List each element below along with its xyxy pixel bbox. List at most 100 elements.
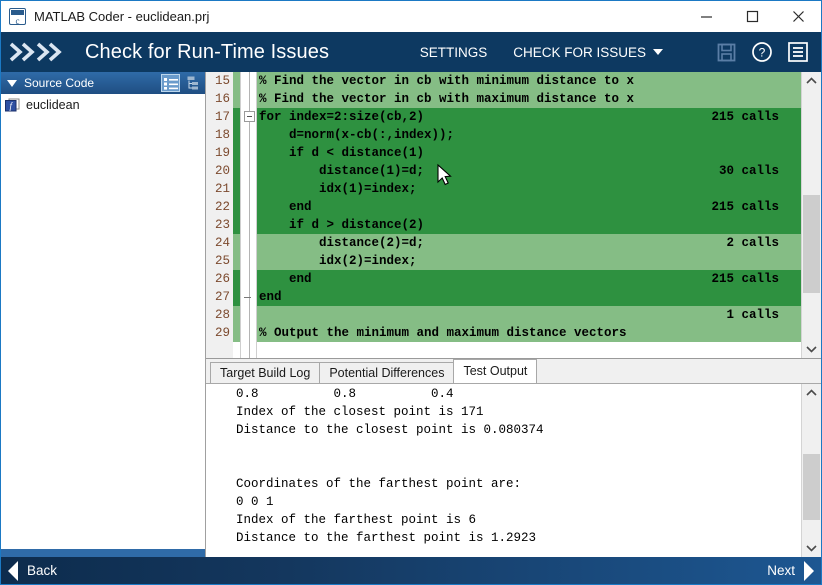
code-line[interactable]: % Find the vector in cb with minimum dis… bbox=[257, 72, 801, 90]
call-count-label: 215 calls bbox=[711, 272, 779, 286]
minimize-button[interactable] bbox=[683, 1, 729, 32]
code-line-text: distance(2)=d; bbox=[259, 236, 425, 250]
sidebar-item-label: euclidean bbox=[26, 98, 80, 112]
settings-button[interactable]: SETTINGS bbox=[420, 45, 488, 60]
output-line: Distance to the closest point is 0.08037… bbox=[236, 423, 544, 437]
coverage-bar-segment bbox=[233, 90, 240, 108]
sidebar-item-euclidean[interactable]: f euclidean bbox=[1, 95, 205, 115]
fold-end-tick bbox=[244, 297, 251, 298]
line-number: 17 bbox=[214, 110, 230, 124]
code-line[interactable]: 1 calls bbox=[257, 306, 801, 324]
code-line[interactable]: idx(2)=index; bbox=[257, 252, 801, 270]
sidebar-view-toggle bbox=[161, 74, 205, 92]
next-label: Next bbox=[767, 563, 795, 578]
code-line-text: if d > distance(2) bbox=[259, 218, 425, 232]
chevron-down-icon[interactable] bbox=[802, 340, 821, 358]
tab-potential-differences[interactable]: Potential Differences bbox=[319, 362, 455, 383]
next-button[interactable]: Next bbox=[767, 560, 815, 581]
coverage-bar-segment bbox=[233, 288, 240, 306]
code-line-text: % Find the vector in cb with minimum dis… bbox=[259, 74, 635, 88]
triangle-down-icon[interactable] bbox=[7, 79, 17, 87]
coverage-bar-segment bbox=[233, 162, 240, 180]
line-number: 19 bbox=[214, 146, 230, 160]
output-scroll-thumb[interactable] bbox=[803, 454, 820, 520]
test-output-text[interactable]: 0.8 0.8 0.4 Index of the closest point is… bbox=[228, 384, 801, 557]
code-line[interactable]: end 215 calls bbox=[257, 198, 801, 216]
coverage-bar-segment bbox=[233, 198, 240, 216]
sidebar-title: Source Code bbox=[24, 76, 95, 90]
tree-view-icon[interactable] bbox=[182, 74, 201, 92]
code-line[interactable]: end 215 calls bbox=[257, 270, 801, 288]
window-title: MATLAB Coder - euclidean.prj bbox=[34, 8, 210, 24]
page-title: Check for Run-Time Issues bbox=[85, 40, 330, 63]
line-number-gutter: 15 16 17 18 19 20 21 22 23 24 25 26 27 28 29 bbox=[206, 72, 233, 358]
save-icon[interactable] bbox=[713, 39, 739, 65]
code-vertical-scrollbar[interactable] bbox=[801, 72, 821, 358]
list-view-icon[interactable] bbox=[161, 74, 180, 92]
code-fold-gutter[interactable] bbox=[240, 72, 257, 358]
maximize-button[interactable] bbox=[729, 1, 775, 32]
code-line[interactable]: if d > distance(2) bbox=[257, 216, 801, 234]
code-line-text: end bbox=[259, 290, 282, 304]
chevron-down-icon[interactable] bbox=[802, 539, 821, 557]
fold-collapse-box[interactable] bbox=[244, 111, 255, 122]
code-scroll-thumb[interactable] bbox=[803, 195, 820, 293]
code-line-text: % Find the vector in cb with maximum dis… bbox=[259, 92, 635, 106]
output-line: Index of the closest point is 171 bbox=[236, 405, 484, 419]
line-number: 25 bbox=[214, 254, 230, 268]
chevron-up-icon[interactable] bbox=[802, 384, 821, 402]
banner-actions: SETTINGS CHECK FOR ISSUES ? bbox=[420, 39, 811, 65]
check-for-issues-button[interactable]: CHECK FOR ISSUES bbox=[513, 45, 663, 60]
line-number: 20 bbox=[214, 164, 230, 178]
call-count-label: 215 calls bbox=[711, 200, 779, 214]
coverage-bar-segment bbox=[233, 234, 240, 252]
coverage-gutter bbox=[233, 72, 240, 358]
coverage-bar-segment bbox=[233, 144, 240, 162]
code-line-text: d=norm(x-cb(:,index)); bbox=[259, 128, 455, 142]
double-chevron-logo bbox=[7, 40, 69, 64]
code-scroll-track[interactable] bbox=[802, 90, 821, 340]
code-lines[interactable]: % Find the vector in cb with minimum dis… bbox=[257, 72, 801, 358]
help-icon[interactable]: ? bbox=[749, 39, 775, 65]
banner-icon-group: ? bbox=[713, 39, 811, 65]
chevron-up-icon[interactable] bbox=[802, 72, 821, 90]
code-line[interactable]: d=norm(x-cb(:,index)); bbox=[257, 126, 801, 144]
code-line[interactable]: if d < distance(1) bbox=[257, 144, 801, 162]
output-scroll-track[interactable] bbox=[802, 402, 821, 539]
coverage-bar-segment bbox=[233, 72, 240, 90]
page-banner: Check for Run-Time Issues SETTINGS CHECK… bbox=[1, 32, 821, 72]
function-icon: f bbox=[5, 98, 20, 113]
code-line-text: idx(1)=index; bbox=[259, 182, 417, 196]
code-line[interactable]: idx(1)=index; bbox=[257, 180, 801, 198]
svg-text:?: ? bbox=[759, 46, 766, 60]
output-left-gutter bbox=[206, 384, 228, 557]
line-number: 18 bbox=[214, 128, 230, 142]
chevron-right-icon bbox=[802, 560, 815, 581]
menu-icon[interactable] bbox=[785, 39, 811, 65]
output-body: 0.8 0.8 0.4 Index of the closest point is… bbox=[206, 383, 821, 557]
output-tab-bar[interactable]: Target Build Log Potential Differences Tes… bbox=[206, 359, 821, 383]
code-line[interactable]: end bbox=[257, 288, 801, 306]
line-number: 27 bbox=[214, 290, 230, 304]
output-line: 0 0 1 bbox=[236, 495, 274, 509]
coverage-bar-segment bbox=[233, 216, 240, 234]
tab-test-output[interactable]: Test Output bbox=[453, 359, 538, 383]
line-number: 16 bbox=[214, 92, 230, 106]
line-number: 29 bbox=[214, 326, 230, 340]
code-line[interactable]: distance(2)=d; 2 calls bbox=[257, 234, 801, 252]
code-line[interactable]: % Output the minimum and maximum distanc… bbox=[257, 324, 801, 342]
close-button[interactable] bbox=[775, 1, 821, 32]
title-bar: MATLAB Coder - euclidean.prj bbox=[1, 1, 821, 32]
window-controls bbox=[683, 1, 821, 32]
wizard-footer: Back Next bbox=[1, 557, 821, 584]
sidebar-footer-accent bbox=[1, 549, 205, 557]
code-line[interactable]: distance(1)=d; 30 calls bbox=[257, 162, 801, 180]
sidebar-header: Source Code bbox=[1, 72, 205, 94]
coverage-bar-segment bbox=[233, 108, 240, 126]
tab-target-build-log[interactable]: Target Build Log bbox=[210, 362, 321, 383]
call-count-label: 215 calls bbox=[711, 110, 779, 124]
output-vertical-scrollbar[interactable] bbox=[801, 384, 821, 557]
code-line[interactable]: for index=2:size(cb,2) 215 calls bbox=[257, 108, 801, 126]
code-line[interactable]: % Find the vector in cb with maximum dis… bbox=[257, 90, 801, 108]
back-button[interactable]: Back bbox=[7, 560, 57, 581]
